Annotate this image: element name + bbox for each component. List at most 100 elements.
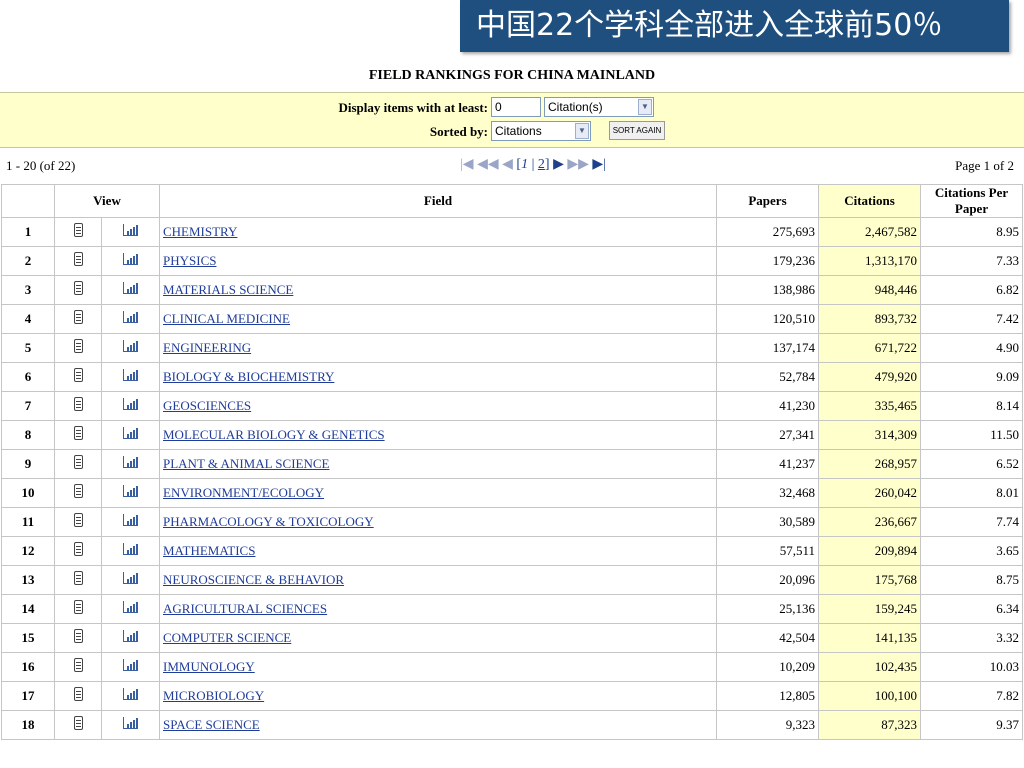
field-link[interactable]: ENVIRONMENT/ECOLOGY [163,485,324,500]
bar-chart-icon[interactable] [123,224,138,236]
chart-view-cell[interactable] [101,681,160,711]
bar-chart-icon[interactable] [123,543,138,555]
document-icon[interactable] [73,687,83,701]
document-icon[interactable] [73,571,83,585]
document-icon[interactable] [73,513,83,527]
record-view-cell[interactable] [54,333,102,363]
chart-view-cell[interactable] [101,275,160,305]
record-view-cell[interactable] [54,710,102,740]
record-view-cell[interactable] [54,594,102,624]
field-link[interactable]: NEUROSCIENCE & BEHAVIOR [163,572,344,587]
document-icon[interactable] [73,542,83,556]
sort-select[interactable]: Citations ▼ [491,121,591,141]
field-header[interactable]: Field [159,184,717,218]
chart-view-cell[interactable] [101,391,160,421]
record-view-cell[interactable] [54,275,102,305]
bar-chart-icon[interactable] [123,340,138,352]
record-view-cell[interactable] [54,478,102,508]
chart-view-cell[interactable] [101,478,160,508]
document-icon[interactable] [73,455,83,469]
document-icon[interactable] [73,397,83,411]
record-view-cell[interactable] [54,623,102,653]
chevron-down-icon[interactable]: ▼ [575,123,589,139]
record-view-cell[interactable] [54,304,102,334]
bar-chart-icon[interactable] [123,572,138,584]
bar-chart-icon[interactable] [123,369,138,381]
chart-view-cell[interactable] [101,333,160,363]
bar-chart-icon[interactable] [123,514,138,526]
record-view-cell[interactable] [54,246,102,276]
record-view-cell[interactable] [54,362,102,392]
fast-forward-icon[interactable]: ▶▶ [567,154,589,176]
field-link[interactable]: PLANT & ANIMAL SCIENCE [163,456,329,471]
bar-chart-icon[interactable] [123,717,138,729]
record-view-cell[interactable] [54,420,102,450]
document-icon[interactable] [73,426,83,440]
bar-chart-icon[interactable] [123,630,138,642]
chart-view-cell[interactable] [101,565,160,595]
field-link[interactable]: MATERIALS SCIENCE [163,282,293,297]
field-link[interactable]: MATHEMATICS [163,543,255,558]
document-icon[interactable] [73,484,83,498]
bar-chart-icon[interactable] [123,398,138,410]
field-link[interactable]: IMMUNOLOGY [163,659,255,674]
field-link[interactable]: ENGINEERING [163,340,251,355]
bar-chart-icon[interactable] [123,311,138,323]
chart-view-cell[interactable] [101,362,160,392]
threshold-input[interactable]: 0 [491,97,541,117]
record-view-cell[interactable] [54,217,102,247]
citations-header[interactable]: Citations [818,184,921,218]
document-icon[interactable] [73,716,83,730]
record-view-cell[interactable] [54,652,102,682]
prev-icon[interactable]: ◀ [502,154,513,176]
bar-chart-icon[interactable] [123,427,138,439]
chart-view-cell[interactable] [101,420,160,450]
field-link[interactable]: COMPUTER SCIENCE [163,630,291,645]
record-view-cell[interactable] [54,536,102,566]
field-link[interactable]: AGRICULTURAL SCIENCES [163,601,327,616]
chart-view-cell[interactable] [101,652,160,682]
document-icon[interactable] [73,629,83,643]
threshold-unit-select[interactable]: Citation(s) ▼ [544,97,654,117]
bar-chart-icon[interactable] [123,601,138,613]
field-link[interactable]: CHEMISTRY [163,224,237,239]
papers-header[interactable]: Papers [716,184,819,218]
citations-per-paper-header[interactable]: Citations Per Paper [920,184,1023,218]
bar-chart-icon[interactable] [123,282,138,294]
rewind-icon[interactable]: ◀◀ [477,154,499,176]
field-link[interactable]: GEOSCIENCES [163,398,251,413]
next-icon[interactable]: ▶ [553,154,564,176]
chart-view-cell[interactable] [101,507,160,537]
chart-view-cell[interactable] [101,594,160,624]
chart-view-cell[interactable] [101,449,160,479]
document-icon[interactable] [73,252,83,266]
document-icon[interactable] [73,281,83,295]
bar-chart-icon[interactable] [123,253,138,265]
document-icon[interactable] [73,658,83,672]
first-page-icon[interactable]: |◀ [460,154,474,176]
chart-view-cell[interactable] [101,710,160,740]
field-link[interactable]: CLINICAL MEDICINE [163,311,290,326]
field-link[interactable]: BIOLOGY & BIOCHEMISTRY [163,369,334,384]
field-link[interactable]: SPACE SCIENCE [163,717,260,732]
record-view-cell[interactable] [54,507,102,537]
page-link-2[interactable]: 2 [538,157,545,172]
chart-view-cell[interactable] [101,304,160,334]
bar-chart-icon[interactable] [123,688,138,700]
chart-view-cell[interactable] [101,217,160,247]
field-link[interactable]: MOLECULAR BIOLOGY & GENETICS [163,427,385,442]
chart-view-cell[interactable] [101,536,160,566]
field-link[interactable]: PHYSICS [163,253,216,268]
last-page-icon[interactable]: ▶| [592,154,606,176]
record-view-cell[interactable] [54,681,102,711]
record-view-cell[interactable] [54,449,102,479]
field-link[interactable]: MICROBIOLOGY [163,688,264,703]
document-icon[interactable] [73,368,83,382]
bar-chart-icon[interactable] [123,485,138,497]
record-view-cell[interactable] [54,565,102,595]
chart-view-cell[interactable] [101,623,160,653]
bar-chart-icon[interactable] [123,659,138,671]
chart-view-cell[interactable] [101,246,160,276]
document-icon[interactable] [73,310,83,324]
bar-chart-icon[interactable] [123,456,138,468]
